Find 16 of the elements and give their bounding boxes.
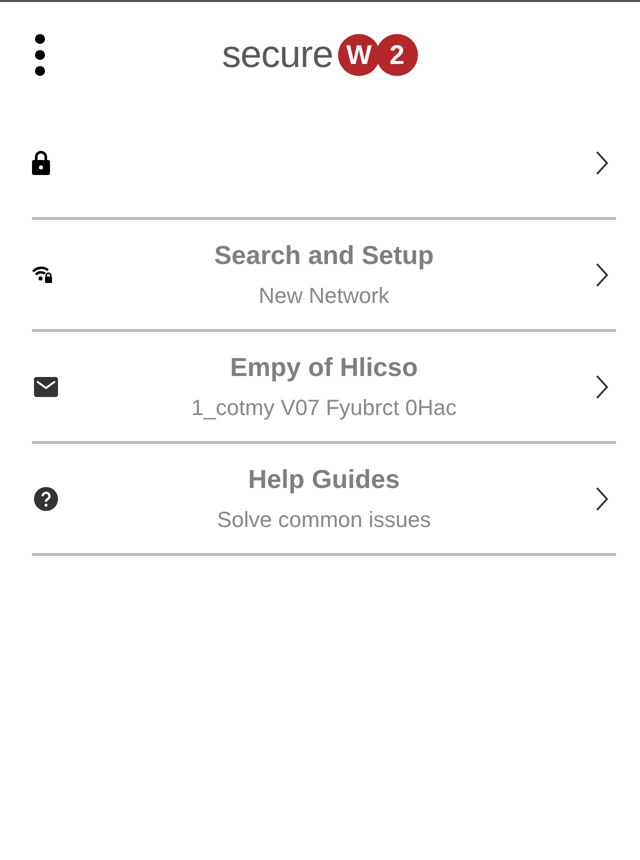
logo-text: secure bbox=[222, 33, 334, 77]
chevron-right-icon bbox=[596, 374, 608, 398]
chevron-right-icon bbox=[596, 262, 608, 286]
chevron-right-icon bbox=[596, 150, 608, 174]
logo-badge: W bbox=[338, 34, 380, 76]
more-options-button[interactable] bbox=[34, 34, 46, 76]
logo-badge: 2 bbox=[376, 34, 418, 76]
menu-item[interactable]: Help Guides Solve common issues bbox=[32, 444, 616, 553]
envelope-icon bbox=[34, 376, 58, 396]
kebab-menu-icon bbox=[35, 34, 45, 76]
menu-item[interactable]: Empy of Hlicso 1_cotmy V07 Fyubrct 0Hac bbox=[32, 332, 616, 441]
wifi-lock-icon bbox=[32, 266, 53, 283]
padlock-icon bbox=[32, 150, 50, 175]
help-icon bbox=[34, 486, 58, 510]
chevron-right-icon bbox=[596, 486, 608, 510]
menu-item[interactable]: Search and Setup New Network bbox=[32, 220, 616, 329]
